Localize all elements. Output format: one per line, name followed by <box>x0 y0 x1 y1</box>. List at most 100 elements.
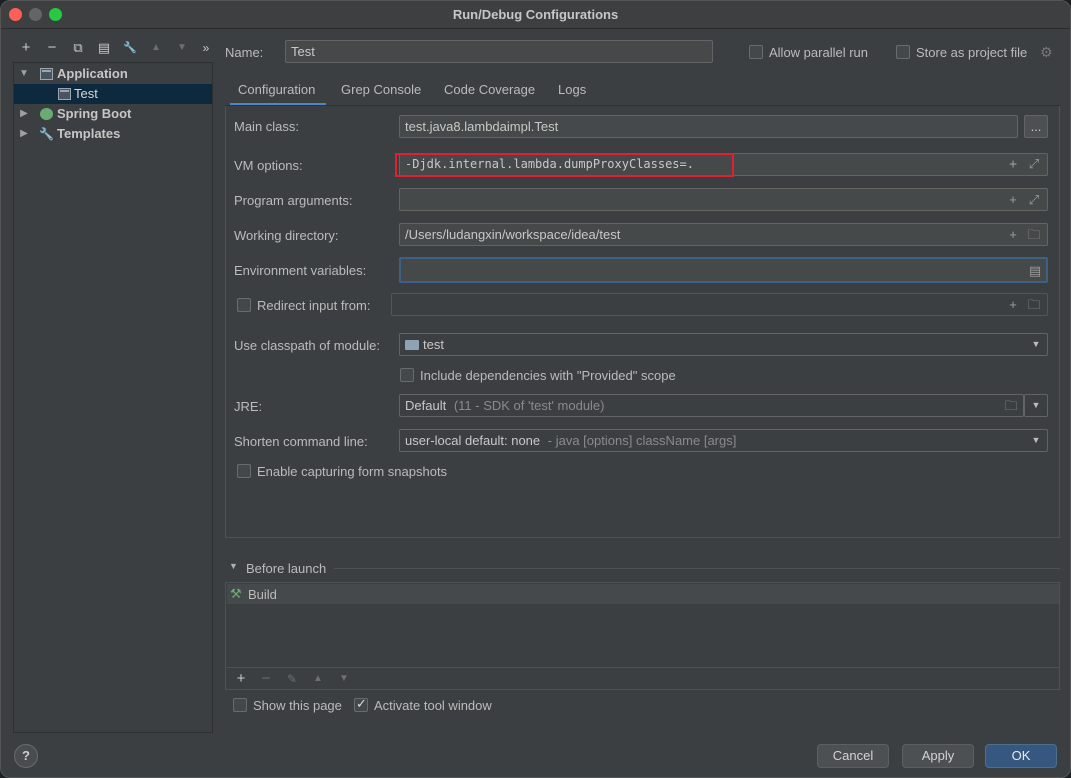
plus-icon[interactable]: + <box>1005 227 1021 243</box>
before-launch-list: ⚒ Build + − ✎ ▲ ▼ <box>225 582 1060 690</box>
tree-item-test[interactable]: Test <box>14 84 212 104</box>
highlight-box <box>395 153 734 177</box>
shorten-command-value: user-local default: none <box>405 433 541 448</box>
expand-icon[interactable]: ⤢ <box>1026 157 1042 173</box>
move-up-icon[interactable]: ▲ <box>309 670 327 688</box>
folder-icon[interactable]: 🗀 <box>1026 297 1042 313</box>
program-arguments-label: Program arguments: <box>234 193 353 208</box>
allow-parallel-label: Allow parallel run <box>769 45 868 60</box>
redirect-input-label: Redirect input from: <box>257 298 371 313</box>
ok-button[interactable]: OK <box>985 744 1057 768</box>
edit-task-icon[interactable]: ✎ <box>283 670 301 688</box>
configuration-tree: ▼ Application Test ▶ Spring Boot ▶ 🔧 Tem… <box>13 62 213 733</box>
name-input[interactable]: Test <box>285 40 713 63</box>
tree-item-application[interactable]: ▼ Application <box>14 64 212 84</box>
shorten-command-hint: - java [options] className [args] <box>547 433 737 448</box>
tree-item-templates[interactable]: ▶ 🔧 Templates <box>14 124 212 144</box>
help-button[interactable]: ? <box>14 744 38 768</box>
working-directory-input[interactable]: /Users/ludangxin/workspace/idea/test + 🗀 <box>399 223 1048 246</box>
task-label: Build <box>248 587 277 602</box>
wrench-icon: 🔧 <box>39 127 54 141</box>
chevron-down-icon[interactable]: ▼ <box>1027 334 1045 355</box>
classpath-module-value: test <box>423 337 444 352</box>
move-up-icon[interactable]: ▲ <box>147 39 165 57</box>
activate-tool-window-label: Activate tool window <box>374 698 492 713</box>
folder-icon[interactable]: 🗀 <box>1026 227 1042 243</box>
window-title: Run/Debug Configurations <box>452 7 619 22</box>
edit-defaults-icon[interactable]: 🔧 <box>121 39 139 57</box>
chevron-right-icon[interactable]: ▶ <box>18 124 30 144</box>
allow-parallel-checkbox[interactable] <box>749 45 763 59</box>
environment-variables-input[interactable]: ▤ <box>399 257 1048 283</box>
environment-variables-label: Environment variables: <box>234 263 367 278</box>
show-page-checkbox[interactable] <box>233 698 247 712</box>
tree-item-label: Spring Boot <box>57 106 132 121</box>
chevron-down-icon[interactable]: ▼ <box>229 561 238 571</box>
working-directory-label: Working directory: <box>234 228 339 243</box>
tab-grep-console[interactable]: Grep Console <box>341 82 421 106</box>
tab-logs[interactable]: Logs <box>558 82 586 106</box>
module-icon <box>405 339 419 350</box>
tree-item-spring-boot[interactable]: ▶ Spring Boot <box>14 104 212 124</box>
folder-icon[interactable]: 🗀 <box>1003 398 1019 414</box>
config-list-toolbar: + − ⧉ ▤ 🔧 ▲ ▼ » <box>13 39 213 59</box>
move-down-icon[interactable]: ▼ <box>173 39 191 57</box>
document-icon[interactable]: ▤ <box>1027 263 1043 279</box>
tree-item-label: Test <box>74 86 98 101</box>
run-debug-dialog: Run/Debug Configurations + − ⧉ ▤ 🔧 ▲ ▼ »… <box>0 0 1071 778</box>
jre-select[interactable]: Default (11 - SDK of 'test' module) 🗀 <box>399 394 1024 417</box>
chevron-down-icon[interactable]: ▼ <box>1027 430 1045 451</box>
store-project-checkbox[interactable] <box>896 45 910 59</box>
store-project-label: Store as project file <box>916 45 1028 60</box>
tab-configuration[interactable]: Configuration <box>230 82 326 106</box>
apply-button[interactable]: Apply <box>902 744 974 768</box>
remove-task-icon[interactable]: − <box>257 670 275 688</box>
gear-icon[interactable]: ⚙ <box>1040 44 1053 61</box>
tab-code-coverage[interactable]: Code Coverage <box>444 82 535 106</box>
add-configuration-icon[interactable]: + <box>17 39 35 57</box>
move-down-icon[interactable]: ▼ <box>335 670 353 688</box>
form-snapshots-label: Enable capturing form snapshots <box>257 464 448 479</box>
hammer-icon: ⚒ <box>230 586 242 601</box>
working-directory-value: /Users/ludangxin/workspace/idea/test <box>405 227 621 242</box>
plus-icon[interactable]: + <box>1005 157 1021 173</box>
redirect-input-field[interactable]: + 🗀 <box>391 293 1048 316</box>
jre-dropdown-button[interactable]: ▼ <box>1024 394 1048 417</box>
name-label: Name: <box>225 45 264 60</box>
more-actions-icon[interactable]: » <box>197 39 215 57</box>
plus-icon[interactable]: + <box>1005 192 1021 208</box>
activate-tool-window-checkbox[interactable] <box>354 696 368 712</box>
vm-options-label: VM options: <box>234 158 303 173</box>
list-item[interactable]: ⚒ Build <box>227 584 1059 604</box>
include-dependencies-checkbox[interactable] <box>400 368 414 382</box>
program-arguments-input[interactable]: + ⤢ <box>399 188 1048 211</box>
jre-label: JRE: <box>234 399 263 414</box>
expand-icon[interactable]: ⤢ <box>1026 192 1042 208</box>
classpath-module-select[interactable]: test ▼ <box>399 333 1048 356</box>
tree-item-label: Application <box>57 66 128 81</box>
copy-configuration-icon[interactable]: ⧉ <box>69 39 87 57</box>
add-task-icon[interactable]: + <box>232 670 250 688</box>
application-icon <box>58 88 71 100</box>
form-snapshots-checkbox[interactable] <box>237 464 251 478</box>
shorten-command-select[interactable]: user-local default: none - java [options… <box>399 429 1048 452</box>
save-configuration-icon[interactable]: ▤ <box>95 39 113 57</box>
main-class-input[interactable]: test.java8.lambdaimpl.Test <box>399 115 1018 138</box>
plus-icon[interactable]: + <box>1005 297 1021 313</box>
jre-hint: (11 - SDK of 'test' module) <box>453 398 605 413</box>
cancel-button[interactable]: Cancel <box>817 744 889 768</box>
tree-item-label: Templates <box>57 126 121 141</box>
before-launch-title: Before launch <box>246 561 327 576</box>
chevron-down-icon[interactable]: ▼ <box>1027 395 1045 416</box>
section-divider <box>334 568 1060 569</box>
remove-configuration-icon[interactable]: − <box>43 39 61 57</box>
show-page-label: Show this page <box>253 698 342 713</box>
spring-boot-icon <box>40 108 53 120</box>
browse-main-class-button[interactable]: ... <box>1024 115 1048 138</box>
chevron-right-icon[interactable]: ▶ <box>18 104 30 124</box>
before-launch-toolbar: + − ✎ ▲ ▼ <box>227 667 1059 689</box>
jre-value: Default <box>405 398 447 413</box>
classpath-module-label: Use classpath of module: <box>234 338 380 353</box>
redirect-input-checkbox[interactable] <box>237 298 251 312</box>
chevron-down-icon[interactable]: ▼ <box>18 64 30 84</box>
